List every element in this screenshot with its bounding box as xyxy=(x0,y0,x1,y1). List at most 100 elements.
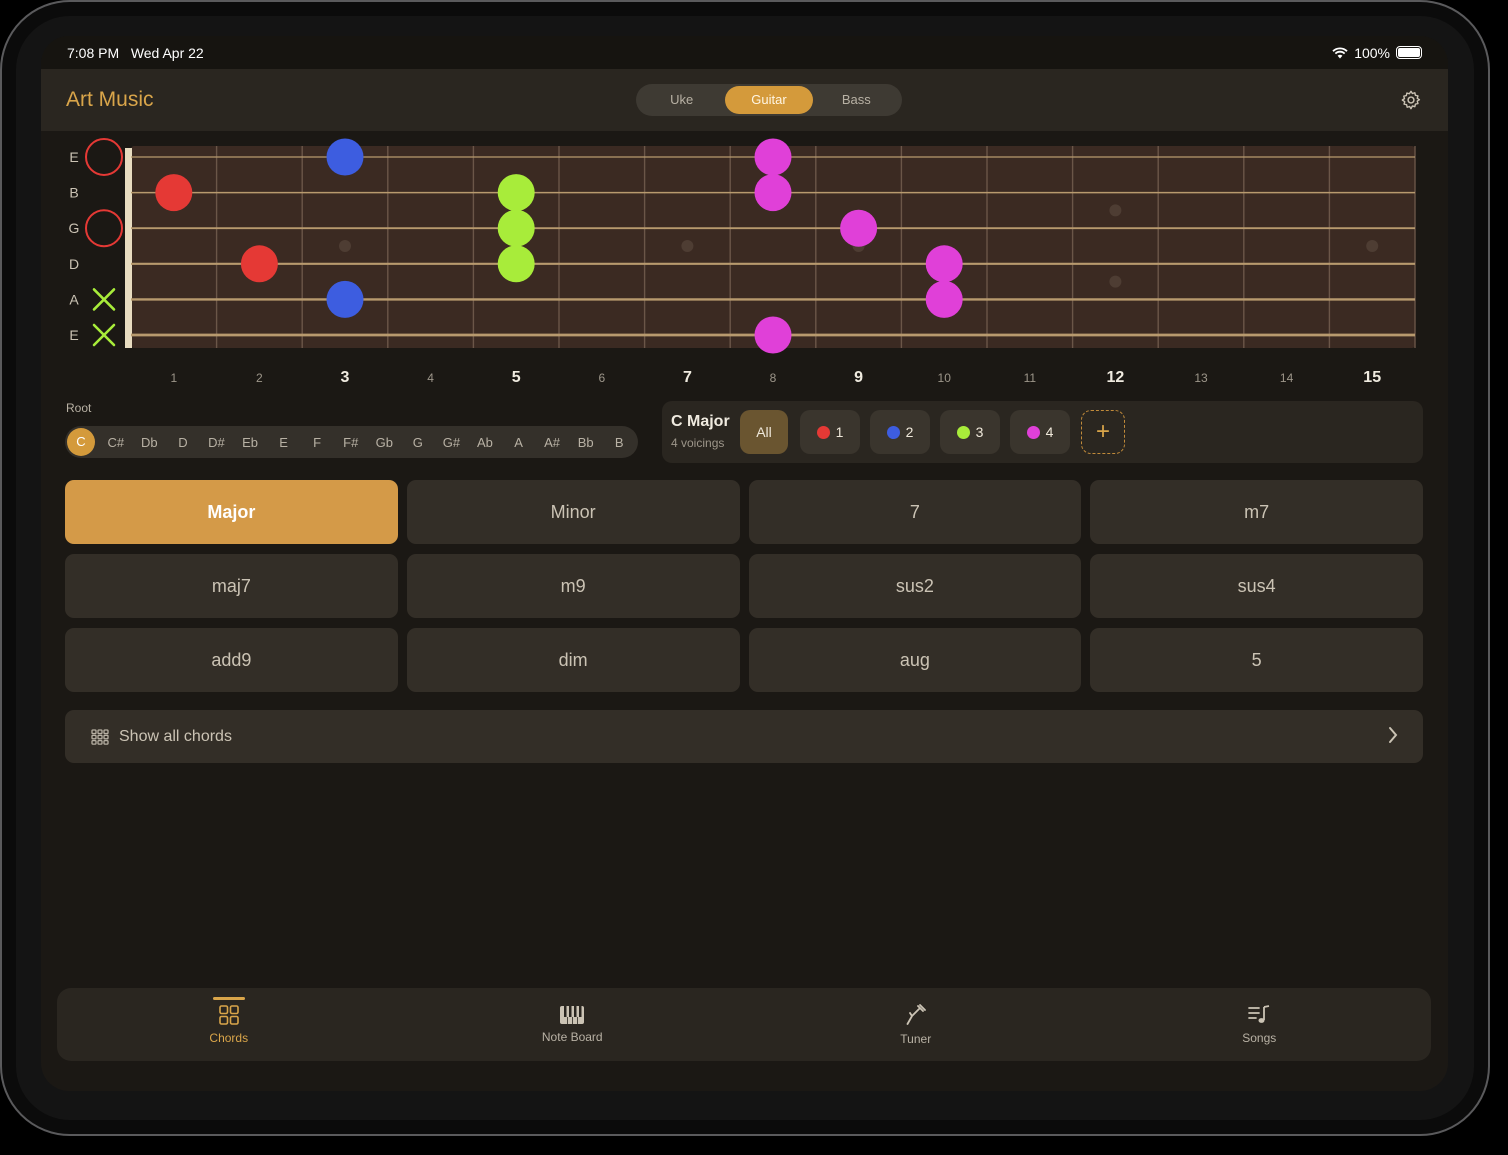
piano-icon xyxy=(560,1006,585,1024)
root-note-g[interactable]: G xyxy=(401,435,435,450)
chord-type-minor[interactable]: Minor xyxy=(406,480,740,544)
fret-number: 7 xyxy=(683,369,692,386)
chord-type-m7[interactable]: m7 xyxy=(1090,480,1423,544)
add-voicing-button[interactable]: + xyxy=(1081,410,1125,454)
fret-inlay xyxy=(1109,204,1122,217)
chord-type-7[interactable]: 7 xyxy=(748,480,1082,544)
chord-name: C Major xyxy=(671,413,730,430)
fret-number: 15 xyxy=(1363,369,1381,386)
nut xyxy=(125,148,132,348)
root-note-gsharp[interactable]: G# xyxy=(435,435,469,450)
voicing-3-button[interactable]: 3 xyxy=(940,410,1000,454)
tab-bar: Chords Note Board Tuner Songs xyxy=(57,988,1431,1061)
root-note-db[interactable]: Db xyxy=(133,435,167,450)
tab-songs[interactable]: Songs xyxy=(1088,988,1432,1061)
fretboard-area: E B G D A E 1 2 3 4 5 6 7 8 9 10 11 12 13 14 15 xyxy=(41,131,1448,401)
chord-type-sus2[interactable]: sus2 xyxy=(748,554,1082,618)
root-note-asharp[interactable]: A# xyxy=(535,435,569,450)
root-note-b[interactable]: B xyxy=(602,435,636,450)
fret-inlay xyxy=(1366,240,1379,252)
voicing-4-dot xyxy=(1026,425,1040,439)
chord-type-m9[interactable]: m9 xyxy=(406,554,740,618)
status-right: 100% xyxy=(1332,45,1422,61)
chord-type-grid: Major Minor 7 m7 maj7 m9 sus2 sus4 add9 dim aug 5 xyxy=(65,480,1423,692)
instrument-selector: Uke Guitar Bass xyxy=(636,84,902,116)
tab-tuner[interactable]: Tuner xyxy=(744,988,1088,1061)
finger-dot xyxy=(840,209,878,247)
voicing-1-button[interactable]: 1 xyxy=(800,410,860,454)
root-note-d[interactable]: D xyxy=(166,435,200,450)
chord-type-add9[interactable]: add9 xyxy=(65,628,398,692)
finger-dot xyxy=(497,245,535,283)
fret-number: 2 xyxy=(256,371,263,385)
finger-dot xyxy=(754,138,792,176)
string-label: D xyxy=(69,256,79,272)
tab-note-board[interactable]: Note Board xyxy=(401,988,745,1061)
gear-icon[interactable] xyxy=(1400,89,1422,111)
voicing-panel: C Major 4 voicings All 1 2 3 4 + xyxy=(662,401,1423,463)
root-selector: C C# Db D D# Eb E F F# Gb G G# Ab A A# Bb B xyxy=(65,426,638,458)
top-bar: Art Music Uke Guitar Bass xyxy=(41,69,1448,131)
instrument-guitar[interactable]: Guitar xyxy=(725,86,813,114)
root-note-a[interactable]: A xyxy=(502,435,536,450)
fret-inlay xyxy=(339,240,351,252)
root-note-c[interactable]: C xyxy=(67,428,95,456)
chord-type-dim[interactable]: dim xyxy=(406,628,740,692)
root-note-eb[interactable]: Eb xyxy=(233,435,267,450)
string-label: G xyxy=(69,220,80,236)
show-all-label: Show all chords xyxy=(119,727,232,745)
root-note-ab[interactable]: Ab xyxy=(468,435,502,450)
app-screen: 7:08 PM Wed Apr 22 100% Art Music Uke Gu… xyxy=(41,36,1448,1091)
voicing-2-label: 2 xyxy=(905,424,914,440)
chord-type-5[interactable]: 5 xyxy=(1090,628,1423,692)
show-all-chords-button[interactable]: Show all chords xyxy=(65,710,1423,763)
chord-type-aug[interactable]: aug xyxy=(748,628,1082,692)
fret-number: 10 xyxy=(938,371,952,385)
root-note-csharp[interactable]: C# xyxy=(99,435,133,450)
voicing-4-label: 4 xyxy=(1045,424,1054,440)
root-note-f[interactable]: F xyxy=(300,435,334,450)
finger-dot xyxy=(326,138,364,176)
fret-number: 6 xyxy=(598,371,605,385)
root-note-dsharp[interactable]: D# xyxy=(200,435,234,450)
voicing-1-dot xyxy=(816,425,830,439)
fret-number: 4 xyxy=(427,371,434,385)
finger-dot xyxy=(155,174,193,212)
voicing-4-button[interactable]: 4 xyxy=(1010,410,1070,454)
status-date: Wed Apr 22 xyxy=(130,44,204,61)
fret-number: 8 xyxy=(770,371,777,385)
wifi-icon xyxy=(1332,46,1348,58)
string-label: A xyxy=(69,291,79,307)
root-note-gb[interactable]: Gb xyxy=(368,435,402,450)
voicing-all-button[interactable]: All xyxy=(740,410,788,454)
status-left: 7:08 PM Wed Apr 22 xyxy=(67,45,204,61)
chord-type-maj7[interactable]: maj7 xyxy=(65,554,398,618)
root-note-e[interactable]: E xyxy=(267,435,301,450)
tab-chords[interactable]: Chords xyxy=(57,988,401,1061)
string-label: B xyxy=(69,185,78,201)
root-label: Root xyxy=(66,401,92,415)
root-note-bb[interactable]: Bb xyxy=(569,435,603,450)
root-note-fsharp[interactable]: F# xyxy=(334,435,368,450)
voicing-2-dot xyxy=(886,425,900,439)
fret-number: 14 xyxy=(1280,371,1294,385)
music-list-icon xyxy=(1248,1005,1270,1023)
voicing-1-label: 1 xyxy=(835,424,844,440)
tuning-fork-icon xyxy=(906,1004,926,1025)
fret-number: 1 xyxy=(170,371,177,385)
tab-songs-label: Songs xyxy=(1242,1031,1277,1045)
instrument-bass[interactable]: Bass xyxy=(813,86,900,114)
status-bar: 7:08 PM Wed Apr 22 100% xyxy=(41,36,1448,69)
fretboard[interactable]: EBGDAE1 2 3 4 5 6 7 8 9 10 11 12 13 14 15 xyxy=(41,131,1448,401)
fret-number: 11 xyxy=(1024,371,1037,385)
chord-type-major[interactable]: Major xyxy=(65,480,398,544)
fret-number: 5 xyxy=(512,369,521,386)
instrument-uke[interactable]: Uke xyxy=(638,86,725,114)
finger-dot xyxy=(240,245,278,283)
fret-number: 13 xyxy=(1194,371,1208,385)
muted-string-icon xyxy=(92,288,116,311)
finger-dot xyxy=(754,174,792,212)
chord-type-sus4[interactable]: sus4 xyxy=(1090,554,1423,618)
chevron-right-icon xyxy=(1389,727,1398,743)
voicing-2-button[interactable]: 2 xyxy=(870,410,930,454)
